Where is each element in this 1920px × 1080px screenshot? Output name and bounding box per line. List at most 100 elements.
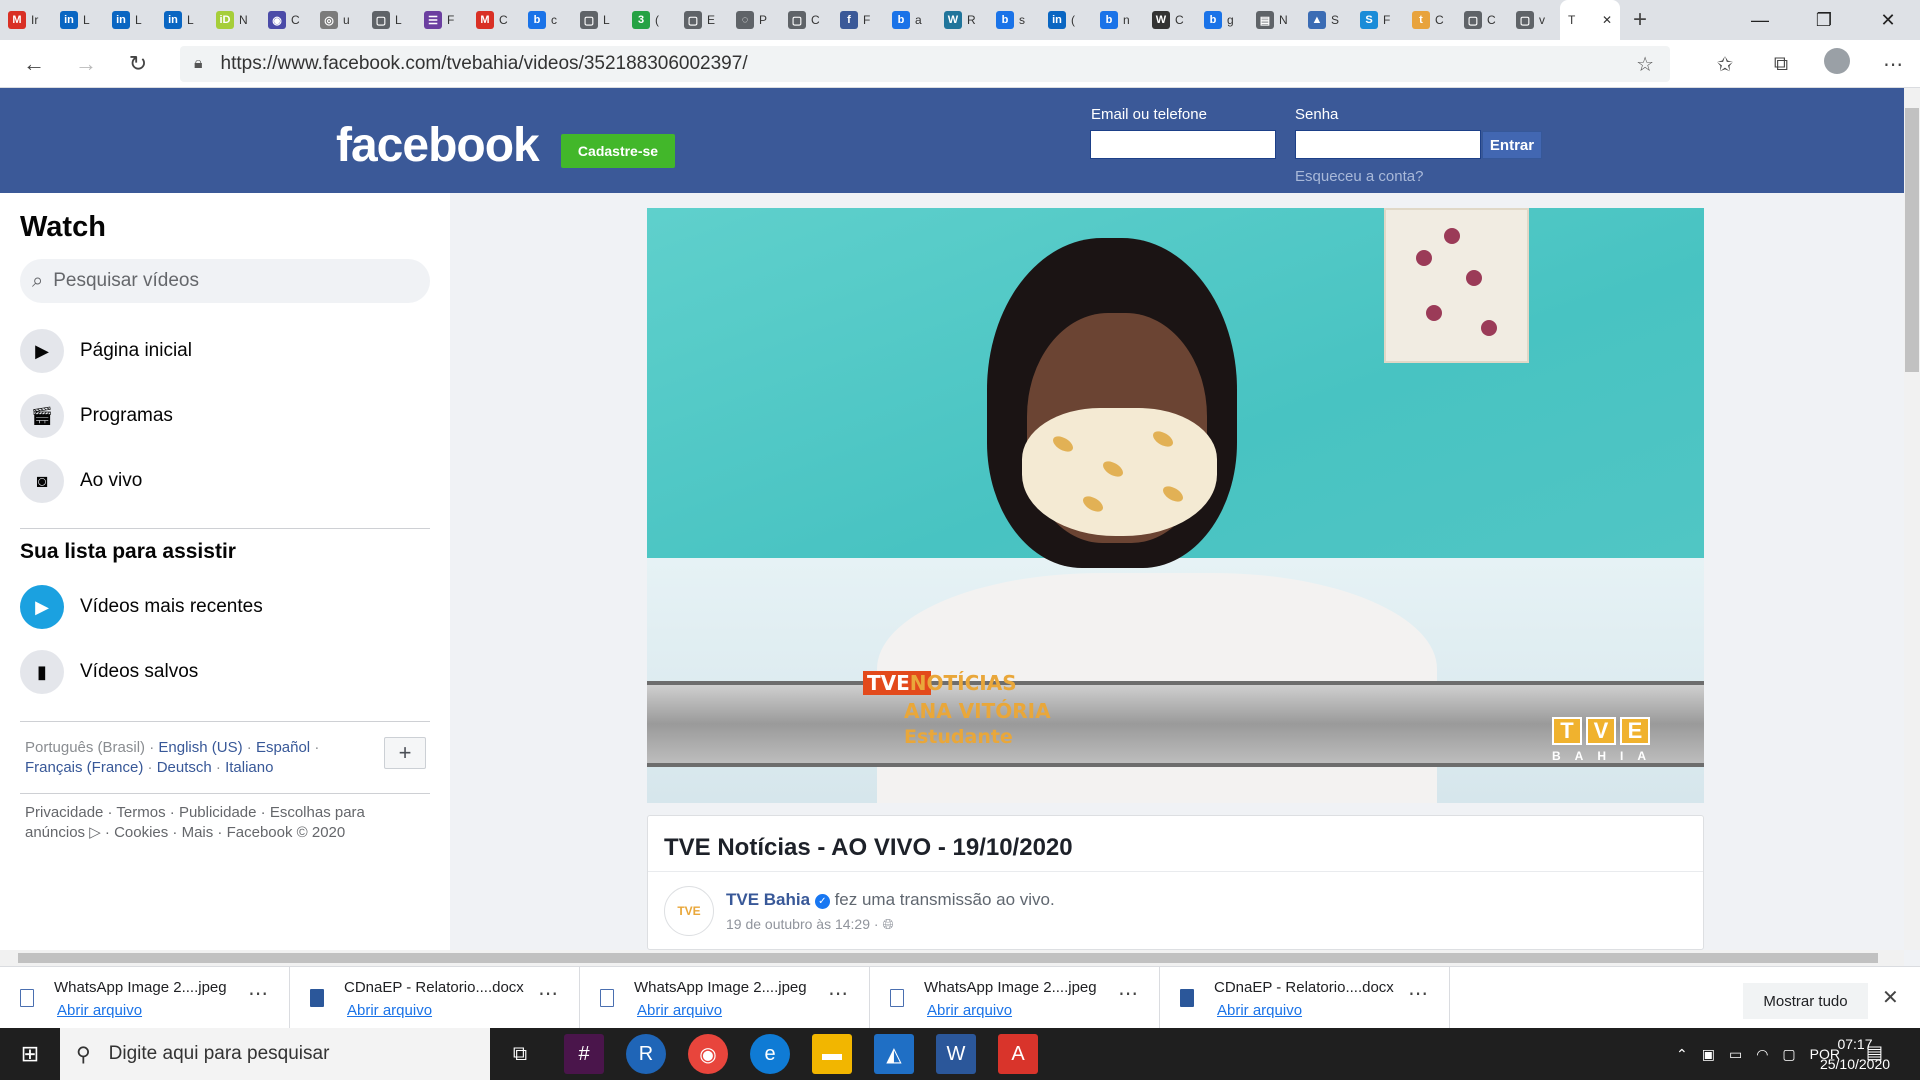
chevron-up-icon[interactable]: ⌃	[1676, 1046, 1688, 1063]
slack-icon[interactable]: #	[564, 1034, 604, 1074]
task-view-icon[interactable]: ⧉	[500, 1034, 540, 1074]
browser-tab[interactable]: MC	[468, 0, 520, 40]
restore-icon[interactable]: ❐	[1792, 0, 1856, 40]
nav-item-saved-videos[interactable]: ▮ Vídeos salvos	[20, 647, 440, 697]
browser-tab[interactable]: ◎ u	[312, 0, 364, 40]
open-file-link[interactable]: Abrir arquivo	[927, 1002, 1012, 1019]
chrome-icon[interactable]: ◉	[688, 1034, 728, 1074]
nav-item-shows[interactable]: 🎬︎ Programas	[20, 391, 440, 441]
wifi-icon[interactable]: ◠	[1756, 1046, 1768, 1063]
browser-tab[interactable]: ▤ N	[1248, 0, 1300, 40]
browser-tab[interactable]: in L	[156, 0, 208, 40]
open-file-link[interactable]: Abrir arquivo	[1217, 1002, 1302, 1019]
add-language-button[interactable]: +	[384, 737, 426, 769]
display-icon[interactable]: ▢	[1782, 1046, 1795, 1063]
browser-tab[interactable]: ▢ L	[364, 0, 416, 40]
language-link[interactable]: Español	[256, 739, 310, 756]
word-icon[interactable]: W	[936, 1034, 976, 1074]
taskbar-search-input[interactable]: ⚲ Digite aqui para pesquisar	[60, 1028, 490, 1080]
address-bar[interactable]: 🔒︎ https://www.facebook.com/tvebahia/vid…	[180, 46, 1670, 82]
language-link[interactable]: Deutsch	[157, 759, 212, 776]
browser-tab[interactable]: ◌ P	[728, 0, 780, 40]
search-input[interactable]: ⌕ Pesquisar vídeos	[20, 259, 430, 303]
login-button[interactable]: Entrar	[1482, 131, 1542, 159]
page-avatar[interactable]: TVE	[664, 886, 714, 936]
more-options-icon[interactable]: ⋯	[1408, 981, 1428, 1006]
browser-tab[interactable]: ▲ S	[1300, 0, 1352, 40]
browser-tab[interactable]: WR	[936, 0, 988, 40]
favorite-star-icon[interactable]: ☆	[1636, 52, 1654, 77]
facebook-logo[interactable]: facebook	[336, 118, 540, 173]
nav-item-home[interactable]: ▶ Página inicial	[20, 326, 440, 376]
horizontal-scroll-thumb[interactable]	[18, 953, 1878, 963]
more-options-icon[interactable]: ⋯	[538, 981, 558, 1006]
browser-tab[interactable]: ba	[884, 0, 936, 40]
page-name-link[interactable]: TVE Bahia	[726, 890, 810, 909]
battery-icon[interactable]: ▭	[1729, 1046, 1742, 1063]
nav-item-live[interactable]: ◙ Ao vivo	[20, 456, 440, 506]
forward-button[interactable]: →	[68, 46, 104, 82]
browser-tab[interactable]: iD N	[208, 0, 260, 40]
download-item[interactable]: WhatsApp Image 2....jpeg Abrir arquivo ⋯	[870, 967, 1160, 1029]
post-date[interactable]: 19 de outubro às 14:29 ·	[726, 916, 879, 932]
browser-tab[interactable]: bn	[1092, 0, 1144, 40]
photos-icon[interactable]: ◭	[874, 1034, 914, 1074]
email-field[interactable]	[1090, 130, 1276, 159]
file-explorer-icon[interactable]: ▬	[812, 1034, 852, 1074]
show-all-downloads-button[interactable]: Mostrar tudo	[1743, 983, 1868, 1019]
signup-button[interactable]: Cadastre-se	[561, 134, 675, 168]
download-item[interactable]: WhatsApp Image 2....jpeg Abrir arquivo ⋯	[0, 967, 290, 1029]
acrobat-icon[interactable]: A	[998, 1034, 1038, 1074]
network-status-icon[interactable]: ▣	[1702, 1046, 1715, 1063]
collections-icon[interactable]: ⧉	[1764, 53, 1798, 76]
browser-tab-active[interactable]: T ✕	[1560, 0, 1620, 40]
browser-tab[interactable]: fF	[832, 0, 884, 40]
browser-tab[interactable]: bg	[1196, 0, 1248, 40]
more-options-icon[interactable]: ⋯	[828, 981, 848, 1006]
r-app-icon[interactable]: R	[626, 1034, 666, 1074]
profile-avatar[interactable]	[1820, 48, 1854, 80]
more-options-icon[interactable]: ⋯	[1118, 981, 1138, 1006]
open-file-link[interactable]: Abrir arquivo	[637, 1002, 722, 1019]
browser-tab[interactable]: bs	[988, 0, 1040, 40]
new-tab-button[interactable]: +	[1620, 0, 1660, 40]
browser-tab[interactable]: ▢ C	[780, 0, 832, 40]
footer-links[interactable]: Privacidade · Termos · Publicidade · Esc…	[25, 803, 375, 843]
close-window-icon[interactable]: ✕	[1856, 0, 1920, 40]
windows-start-icon[interactable]: ⊞	[0, 1028, 60, 1080]
back-button[interactable]: ←	[16, 46, 52, 82]
browser-tab[interactable]: M Ir	[0, 0, 52, 40]
browser-tab[interactable]: in L	[104, 0, 156, 40]
browser-tab[interactable]: ▢ C	[1456, 0, 1508, 40]
language-link[interactable]: English (US)	[158, 739, 242, 756]
tab-close-icon[interactable]: ✕	[1602, 13, 1612, 27]
browser-tab[interactable]: ▢ E	[676, 0, 728, 40]
open-file-link[interactable]: Abrir arquivo	[57, 1002, 142, 1019]
edge-icon[interactable]: e	[750, 1034, 790, 1074]
password-field[interactable]	[1295, 130, 1481, 159]
browser-tab[interactable]: SF	[1352, 0, 1404, 40]
download-item[interactable]: CDnaEP - Relatorio....docx Abrir arquivo ⋯	[290, 967, 580, 1029]
minimize-icon[interactable]: —	[1728, 0, 1792, 40]
language-link[interactable]: Français (France)	[25, 759, 143, 776]
more-options-icon[interactable]: ⋯	[248, 981, 268, 1006]
browser-tab[interactable]: ◉ C	[260, 0, 312, 40]
browser-tab[interactable]: in L	[52, 0, 104, 40]
settings-more-icon[interactable]: ⋯	[1876, 52, 1910, 77]
browser-tab[interactable]: ▢ L	[572, 0, 624, 40]
browser-tab[interactable]: ▢ v	[1508, 0, 1560, 40]
download-item[interactable]: CDnaEP - Relatorio....docx Abrir arquivo ⋯	[1160, 967, 1450, 1029]
nav-item-latest-videos[interactable]: ▶ Vídeos mais recentes	[20, 582, 440, 632]
browser-tab[interactable]: ☰ F	[416, 0, 468, 40]
vertical-scroll-thumb[interactable]	[1905, 108, 1919, 372]
browser-tab[interactable]: 3(	[624, 0, 676, 40]
browser-tab[interactable]: tC	[1404, 0, 1456, 40]
favorites-icon[interactable]: ✩	[1708, 52, 1742, 77]
forgot-account-link[interactable]: Esqueceu a conta?	[1295, 168, 1423, 185]
open-file-link[interactable]: Abrir arquivo	[347, 1002, 432, 1019]
notification-icon[interactable]: ▤	[1866, 1042, 1883, 1063]
browser-tab[interactable]: WC	[1144, 0, 1196, 40]
reload-button[interactable]: ↻	[120, 46, 156, 82]
download-item[interactable]: WhatsApp Image 2....jpeg Abrir arquivo ⋯	[580, 967, 870, 1029]
browser-tab[interactable]: bc	[520, 0, 572, 40]
